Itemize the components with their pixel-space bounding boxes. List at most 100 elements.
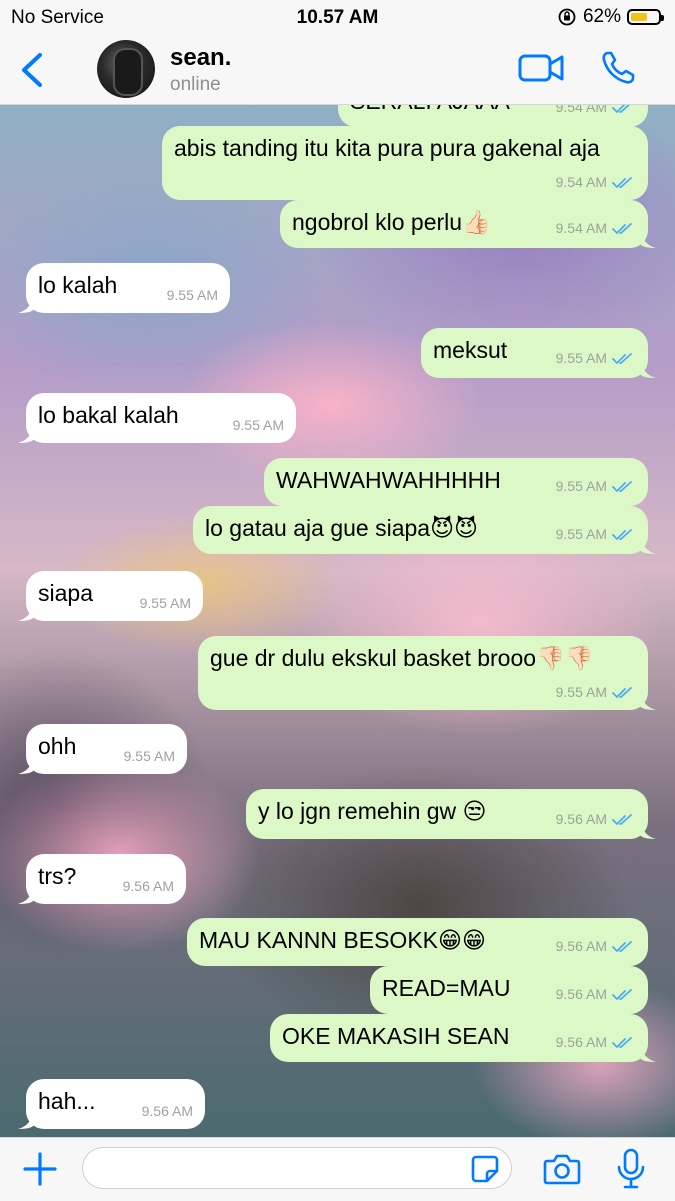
message-time-text: 9.55 AM xyxy=(555,684,607,700)
message-text: ohh xyxy=(38,733,77,759)
camera-icon[interactable] xyxy=(543,1152,581,1186)
orientation-lock-icon xyxy=(558,8,576,26)
message-timestamp: 9.56 AM xyxy=(556,1034,634,1052)
read-receipt-icon xyxy=(612,1036,634,1052)
message-timestamp: 9.54 AM xyxy=(556,220,634,238)
message-input[interactable] xyxy=(82,1147,512,1189)
status-right: 62% xyxy=(557,6,664,28)
read-receipt-icon xyxy=(612,176,634,192)
outgoing-message-bubble[interactable]: lo gatau aja gue siapa😈😈 9.55 AM xyxy=(193,506,656,554)
message-time-text: 9.55 AM xyxy=(555,350,607,366)
outgoing-message-bubble[interactable]: WAHWAHWAHHHHH 9.55 AM xyxy=(264,458,648,506)
plus-icon[interactable] xyxy=(22,1151,58,1187)
contact-name[interactable]: sean. xyxy=(170,44,231,72)
message-text: MAU KANNN BESOKK😁😁 xyxy=(199,927,486,953)
message-text: SERALI AJAAA xyxy=(350,105,510,115)
message-timestamp: 9.55 AM xyxy=(140,595,191,611)
message-time-text: 9.55 AM xyxy=(555,526,607,542)
message-text: siapa xyxy=(38,580,93,606)
microphone-icon[interactable] xyxy=(616,1148,646,1190)
message-text: ngobrol klo perlu👍🏻 xyxy=(292,209,491,235)
message-time-text: 9.56 AM xyxy=(555,986,607,1002)
message-time-text: 9.56 AM xyxy=(141,1103,193,1119)
message-time-text: 9.55 AM xyxy=(123,748,175,764)
read-receipt-icon xyxy=(612,352,634,368)
incoming-message-bubble[interactable]: ohh 9.55 AM xyxy=(18,724,187,774)
message-text: y lo jgn remehin gw 😒 xyxy=(258,798,487,824)
incoming-message-bubble[interactable]: lo kalah 9.55 AM xyxy=(18,263,230,313)
message-timestamp: 9.56 AM xyxy=(556,986,634,1004)
battery-percent: 62% xyxy=(582,6,621,27)
message-timestamp: 9.54 AM xyxy=(556,174,634,192)
incoming-message-bubble[interactable]: trs? 9.56 AM xyxy=(18,854,186,904)
outgoing-message-bubble[interactable]: gue dr dulu ekskul basket brooo👎🏻👎🏻 9.55 … xyxy=(198,636,656,710)
outgoing-message-bubble[interactable]: MAU KANNN BESOKK😁😁 9.56 AM xyxy=(187,918,648,966)
read-receipt-icon xyxy=(612,480,634,496)
message-text: lo bakal kalah xyxy=(38,402,179,428)
back-chevron-icon[interactable] xyxy=(18,52,46,88)
chat-header: sean. online xyxy=(0,34,675,105)
message-timestamp: 9.56 AM xyxy=(556,938,634,956)
message-timestamp: 9.56 AM xyxy=(123,878,174,894)
message-time-text: 9.55 AM xyxy=(166,287,218,303)
message-timestamp: 9.55 AM xyxy=(556,350,634,368)
read-receipt-icon xyxy=(612,940,634,956)
read-receipt-icon xyxy=(612,686,634,702)
chat-area[interactable]: SERALI AJAAA 9.54 AM abis tanding itu kita… xyxy=(0,105,675,1137)
outgoing-message-bubble[interactable]: READ=MAU 9.56 AM xyxy=(370,966,648,1014)
read-receipt-icon xyxy=(612,988,634,1004)
outgoing-message-bubble[interactable]: abis tanding itu kita pura pura gakenal … xyxy=(162,126,648,200)
read-receipt-icon xyxy=(612,105,634,117)
video-call-icon[interactable] xyxy=(518,52,564,84)
message-timestamp: 9.55 AM xyxy=(233,417,284,433)
message-text: abis tanding itu kita pura pura gakenal … xyxy=(174,135,600,161)
contact-avatar[interactable] xyxy=(97,40,155,98)
message-time-text: 9.56 AM xyxy=(555,938,607,954)
composer-bar xyxy=(0,1137,675,1201)
bubble-tail-icon xyxy=(18,295,34,313)
message-timestamp: 9.56 AM xyxy=(142,1103,193,1119)
incoming-message-bubble[interactable]: lo bakal kalah 9.55 AM xyxy=(18,393,296,443)
bubble-tail-icon xyxy=(640,821,656,839)
message-time-text: 9.55 AM xyxy=(232,417,284,433)
outgoing-message-bubble[interactable]: y lo jgn remehin gw 😒 9.56 AM xyxy=(246,789,656,839)
read-receipt-icon xyxy=(612,813,634,829)
message-time-text: 9.54 AM xyxy=(555,174,607,190)
bubble-tail-icon xyxy=(18,756,34,774)
bubble-tail-icon xyxy=(18,603,34,621)
phone-call-icon[interactable] xyxy=(600,50,636,86)
message-time-text: 9.56 AM xyxy=(555,1034,607,1050)
message-timestamp: 9.55 AM xyxy=(556,526,634,544)
message-text: trs? xyxy=(38,863,77,889)
message-time-text: 9.54 AM xyxy=(555,220,607,236)
bubble-tail-icon xyxy=(640,230,656,248)
message-time-text: 9.55 AM xyxy=(139,595,191,611)
message-time-text: 9.55 AM xyxy=(555,478,607,494)
message-timestamp: 9.55 AM xyxy=(556,478,634,496)
outgoing-message-bubble[interactable]: ngobrol klo perlu👍🏻 9.54 AM xyxy=(280,200,656,248)
contact-status: online xyxy=(170,74,221,95)
status-bar: No Service 10.57 AM 62% xyxy=(0,0,675,34)
message-text: OKE MAKASIH SEAN xyxy=(282,1023,510,1049)
message-time-text: 9.54 AM xyxy=(555,105,607,115)
bubble-tail-icon xyxy=(640,1044,656,1062)
incoming-message-bubble[interactable]: hah... 9.56 AM xyxy=(18,1079,205,1129)
message-timestamp: 9.56 AM xyxy=(556,811,634,829)
bubble-tail-icon xyxy=(18,886,34,904)
outgoing-message-bubble[interactable]: SERALI AJAAA 9.54 AM xyxy=(338,105,648,127)
outgoing-message-bubble[interactable]: OKE MAKASIH SEAN 9.56 AM xyxy=(270,1014,656,1062)
sticker-icon[interactable] xyxy=(470,1154,500,1184)
battery-icon xyxy=(627,9,664,25)
message-timestamp: 9.55 AM xyxy=(124,748,175,764)
outgoing-message-bubble[interactable]: meksut 9.55 AM xyxy=(421,328,656,378)
bubble-tail-icon xyxy=(18,425,34,443)
message-time-text: 9.56 AM xyxy=(555,811,607,827)
bubble-tail-icon xyxy=(640,536,656,554)
battery-level-fill xyxy=(631,13,647,21)
message-timestamp: 9.54 AM xyxy=(556,105,634,117)
bubble-tail-icon xyxy=(640,360,656,378)
message-text: hah... xyxy=(38,1088,96,1114)
incoming-message-bubble[interactable]: siapa 9.55 AM xyxy=(18,571,203,621)
message-time-text: 9.56 AM xyxy=(122,878,174,894)
read-receipt-icon xyxy=(612,222,634,238)
